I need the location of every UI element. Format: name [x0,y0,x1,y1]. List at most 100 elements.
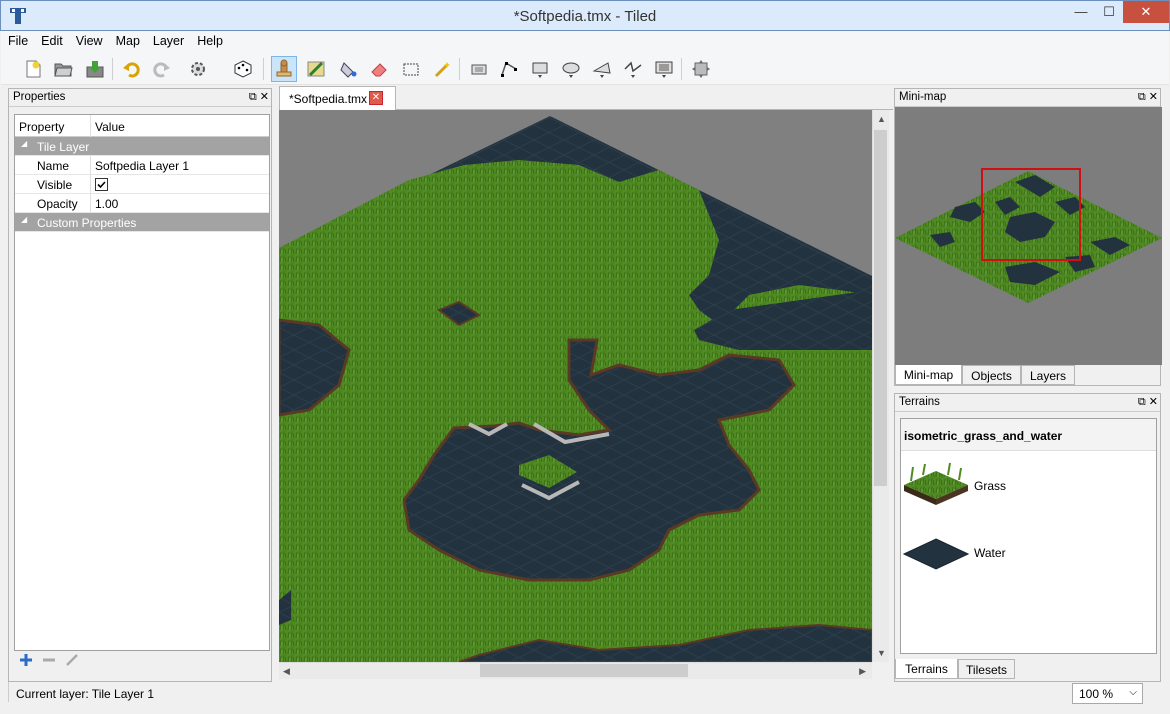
edit-polygons-icon[interactable] [496,56,522,82]
bucket-fill-icon[interactable] [335,56,361,82]
table-row[interactable]: Opacity 1.00 [15,194,269,213]
insert-tile-icon[interactable] [651,56,677,82]
tab-layers[interactable]: Layers [1021,365,1075,385]
group-custom-properties-label: Custom Properties [37,216,137,230]
panel-float-close-icons[interactable]: ⧉ ✕ [1138,395,1158,409]
menu-map[interactable]: Map [109,31,146,48]
group-tile-layer-label: Tile Layer [37,140,90,154]
tab-terrains[interactable]: Terrains [895,659,958,679]
save-file-icon[interactable] [82,56,108,82]
visible-checkbox[interactable] [95,178,108,191]
scroll-left-icon[interactable]: ◀ [283,666,290,677]
isometric-map-render[interactable] [279,110,872,662]
rename-property-icon[interactable] [65,653,79,670]
minimize-button[interactable]: — [1067,1,1095,23]
close-button[interactable]: ✕ [1123,1,1169,23]
terrain-brush-icon[interactable] [303,56,329,82]
menu-help[interactable]: Help [190,31,229,48]
group-custom-properties[interactable]: ◢ Custom Properties [15,213,269,232]
new-file-icon[interactable] [20,56,46,82]
toolbar-separator [263,58,264,80]
properties-panel-title: Properties ⧉ ✕ [9,89,271,107]
minimap-view[interactable] [895,107,1162,365]
insert-ellipse-icon[interactable] [558,56,584,82]
column-header-property[interactable]: Property [15,115,91,137]
title-bar: *Softpedia.tmx - Tiled — ☐ ✕ [0,0,1170,31]
tab-softpedia-tmx[interactable]: *Softpedia.tmx ✕ [279,86,396,110]
undo-icon[interactable] [119,56,145,82]
random-mode-icon[interactable] [230,56,256,82]
insert-rectangle-icon[interactable] [527,56,553,82]
zoom-select[interactable]: 100 % ⌵ [1072,683,1143,704]
status-divider [8,682,9,702]
eraser-icon[interactable] [366,56,392,82]
insert-polygon-icon[interactable] [589,56,615,82]
toolbar-separator [459,58,460,80]
properties-title: Properties [13,91,66,103]
property-visible-key: Visible [15,175,91,194]
remove-property-icon[interactable] [42,653,56,670]
map-canvas[interactable] [279,110,872,662]
terrains-list[interactable]: isometric_grass_and_water Grass Water [900,418,1157,654]
vertical-scroll-thumb[interactable] [874,130,887,486]
rectangular-select-icon[interactable] [398,56,424,82]
toolbar-separator [112,58,113,80]
insert-polyline-icon[interactable] [620,56,646,82]
terrain-water-label: Water [974,546,1006,560]
toolbar-separator [681,58,682,80]
scroll-right-icon[interactable]: ▶ [859,666,866,677]
terrains-panel-title: Terrains ⧉ ✕ [895,394,1160,412]
open-file-icon[interactable] [50,56,76,82]
tab-mini-map[interactable]: Mini-map [895,365,962,385]
minimap-panel-title: Mini-map ⧉ ✕ [895,89,1160,107]
redo-icon[interactable] [148,56,174,82]
current-layer-status: Current layer: Tile Layer 1 [16,687,155,701]
group-tile-layer[interactable]: ◢ Tile Layer [15,137,269,156]
menu-edit[interactable]: Edit [34,31,69,48]
property-visible-value[interactable] [92,175,108,194]
menu-bar: File Edit View Map Layer Help [1,31,1169,53]
scroll-up-icon[interactable]: ▲ [877,114,886,124]
panel-float-close-icons[interactable]: ⧉ ✕ [249,90,269,104]
move-icon[interactable] [688,56,714,82]
collapse-triangle-icon[interactable]: ◢ [21,215,27,224]
property-name-key: Name [15,156,91,175]
scroll-down-icon[interactable]: ▼ [877,648,886,658]
menu-file[interactable]: File [1,31,34,48]
property-opacity-key: Opacity [15,194,91,213]
maximize-button[interactable]: ☐ [1095,1,1123,23]
column-header-value[interactable]: Value [92,115,125,134]
tab-close-icon[interactable]: ✕ [369,91,383,105]
water-tile-icon [903,538,969,570]
property-opacity-value[interactable]: 1.00 [92,194,118,213]
window-title: *Softpedia.tmx - Tiled [513,8,657,25]
terrains-title: Terrains [899,396,940,408]
panel-float-close-icons[interactable]: ⧉ ✕ [1138,90,1158,104]
select-objects-icon[interactable] [466,56,492,82]
table-row[interactable]: Visible [15,175,269,194]
add-property-icon[interactable] [19,653,33,670]
grass-tile-icon [904,462,968,505]
commands-icon[interactable] [187,56,213,82]
main-toolbar [1,53,1169,85]
collapse-triangle-icon[interactable]: ◢ [21,139,27,148]
minimap-render[interactable] [895,107,1162,365]
property-name-value[interactable]: Softpedia Layer 1 [92,156,189,175]
terrain-item-grass[interactable]: Grass [901,455,1156,513]
table-row[interactable]: Name Softpedia Layer 1 [15,156,269,175]
tab-tilesets[interactable]: Tilesets [958,659,1015,679]
magic-wand-icon[interactable] [429,56,455,82]
tab-objects[interactable]: Objects [962,365,1021,385]
terrain-grass-label: Grass [974,479,1007,493]
chevron-down-icon[interactable]: ⌵ [1129,687,1137,698]
properties-table[interactable]: Property Value ◢ Tile Layer Name Softped… [14,114,270,651]
tileset-name: isometric_grass_and_water [901,419,1156,451]
stamp-brush-icon[interactable] [271,56,297,82]
horizontal-scroll-thumb[interactable] [480,664,688,677]
status-bar: Current layer: Tile Layer 1 [8,682,1168,706]
minimap-title: Mini-map [899,91,947,103]
terrain-item-water[interactable]: Water [901,523,1156,581]
menu-view[interactable]: View [69,31,109,48]
menu-layer[interactable]: Layer [146,31,190,48]
properties-panel: Properties ⧉ ✕ Property Value ◢ Tile Lay… [8,88,272,682]
